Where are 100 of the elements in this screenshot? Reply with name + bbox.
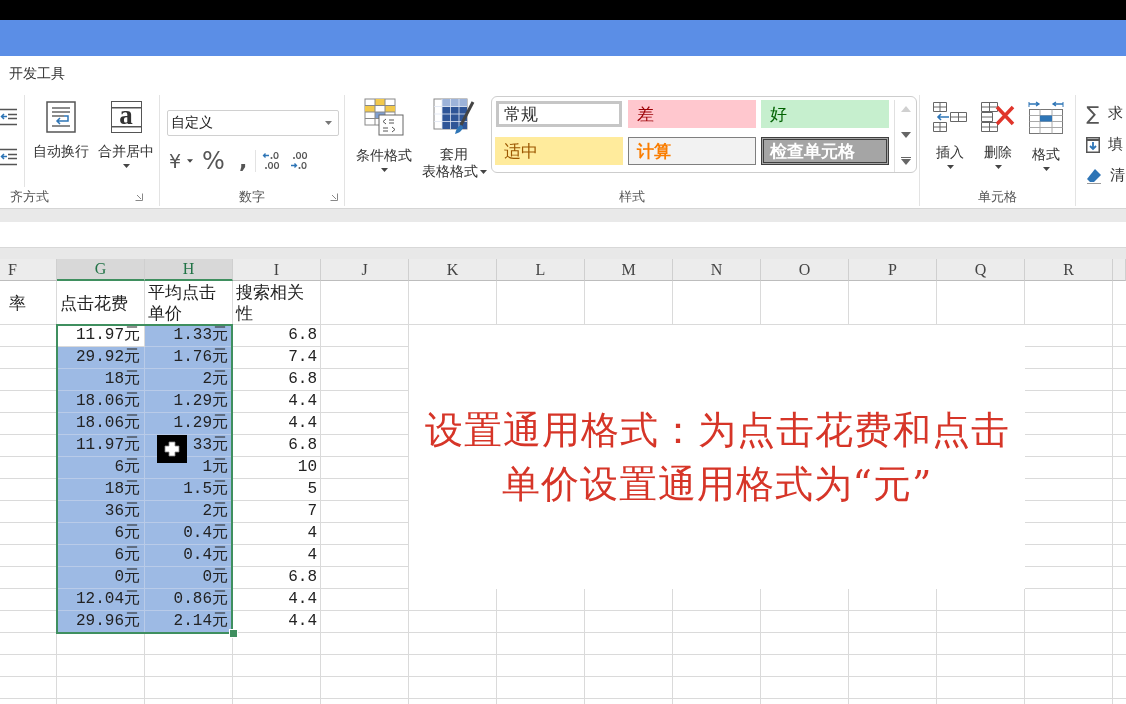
autosum-button[interactable]: ∑ 求 [1086,103,1123,124]
table-cell: 11.97元 [57,435,145,457]
table-cell-text: 5 [306,479,318,500]
table-cell: 6元 [57,545,145,567]
cell-style-option[interactable]: 适中 [495,137,623,165]
delete-cells-icon [980,101,1016,133]
format-button[interactable]: 格式 [1022,95,1070,171]
caret-icon[interactable] [325,121,332,125]
caret-icon[interactable] [122,164,130,168]
table-cell: 0.4元 [145,545,233,567]
caret-icon[interactable] [1042,167,1050,171]
column-header[interactable]: H [145,259,233,281]
table-cell: 1.29元 [145,391,233,413]
table-cell-text: 7 [306,501,318,522]
column-header[interactable]: F [0,259,57,281]
table-cell: 29.96元 [57,611,145,633]
header-cell-text: 率 [8,291,27,315]
decrease-decimal-icon[interactable] [290,151,310,171]
caret-icon[interactable] [946,165,954,169]
table-cell-text: 6.8 [287,369,318,390]
group-label: 样式 [619,188,645,206]
format-as-table-button[interactable]: 套用表格格式 [417,95,491,180]
indent-icon[interactable] [0,148,18,166]
cell-style-option[interactable]: 好 [761,100,889,128]
column-header[interactable]: R [1025,259,1113,281]
column-header[interactable]: P [849,259,937,281]
table-cell: 18.06元 [57,391,145,413]
table-cell: 0.4元 [145,523,233,545]
column-header[interactable]: O [761,259,849,281]
header-cell-text: 点击花费 [59,291,129,315]
dialog-launcher-icon[interactable] [135,193,143,201]
header-cell-text: 搜索相关性 [234,281,305,325]
increase-decimal-icon[interactable] [262,151,282,171]
column-header[interactable]: Q [937,259,1025,281]
table-cell-text: 10 [296,457,318,478]
conditional-formatting-button[interactable]: 条件格式 [351,95,417,172]
column-header[interactable]: G [57,259,145,281]
table-cell: 18.06元 [57,413,145,435]
delete-button[interactable]: 删除 [974,95,1022,169]
comma-style-button[interactable]: , [238,152,248,170]
column-width-icon [1028,101,1064,135]
table-cell: 1.29元 [145,413,233,435]
table-cell-text: 4.4 [287,589,318,610]
group-label: 单元格 [978,188,1017,206]
wrap-text-icon [46,101,76,133]
more-styles-icon[interactable] [900,157,911,165]
text-box[interactable]: 设置通用格式：为点击花费和点击单价设置通用格式为“元” [409,325,1025,589]
table-cell-text: 6.8 [287,435,318,456]
caret-icon[interactable] [479,170,487,174]
table-cell: 18元 [57,369,145,391]
column-header[interactable]: J [321,259,409,281]
table-cell: 2元 [145,369,233,391]
fill-handle[interactable] [229,629,238,638]
insert-button[interactable]: 插入 [926,95,974,169]
ribbon-tab[interactable]: 开发工具 [8,63,66,85]
callout-text: 设置通用格式：为点击花费和点击单价设置通用格式为“元” [423,407,1011,508]
table-cell: 12.04元 [57,589,145,611]
group-label: 齐方式 [10,188,49,206]
table-cell: 0.86元 [145,589,233,611]
table-cell: 0元 [57,567,145,589]
caret-icon[interactable] [187,159,194,163]
wrap-text-button[interactable]: 自动换行 [29,95,93,160]
table-cell-text: 4 [306,545,318,566]
sum-icon: ∑ [1086,104,1100,123]
fill-button[interactable]: 填 [1086,134,1123,155]
column-header[interactable]: K [409,259,497,281]
table-cell: 1.76元 [145,347,233,369]
table-cell-text: 4.4 [287,391,318,412]
number-format-dropdown[interactable]: 自定义 [167,110,339,136]
indent-icon[interactable] [0,108,18,126]
caret-icon[interactable] [994,165,1002,169]
eraser-icon [1086,167,1102,184]
cell-style-option[interactable]: 差 [628,100,756,128]
column-header[interactable]: M [585,259,673,281]
merge-cell-icon: a [110,101,142,133]
insert-cells-icon [932,101,968,133]
table-cell-text: 6.8 [287,567,318,588]
clear-button[interactable]: 清 [1086,165,1125,186]
table-cell-text: 4.4 [287,611,318,632]
group-label: 数字 [239,188,265,206]
scroll-down-icon[interactable] [900,131,911,138]
percent-style-button[interactable]: % [202,147,225,175]
cell-style-option[interactable]: 常规 [495,100,623,128]
caret-icon[interactable] [380,168,388,172]
table-cell: 2元 [145,501,233,523]
table-cell-text: 6.8 [287,325,318,346]
column-header[interactable]: I [233,259,321,281]
currency-format-button[interactable]: ¥ [169,150,194,172]
table-cell: 1.5元 [145,479,233,501]
table-cell: 36元 [57,501,145,523]
cross-cursor-icon [157,435,187,463]
table-cell: 0元 [145,567,233,589]
dialog-launcher-icon[interactable] [330,193,338,201]
column-header[interactable]: N [673,259,761,281]
table-cell: 29.92元 [57,347,145,369]
column-header[interactable]: L [497,259,585,281]
table-cell: 2.14元 [145,611,233,633]
merge-center-button[interactable]: a 合并居中 [95,95,157,168]
header-cell-text: 平均点击单价 [147,281,217,325]
table-cell-text: 4.4 [287,413,318,434]
